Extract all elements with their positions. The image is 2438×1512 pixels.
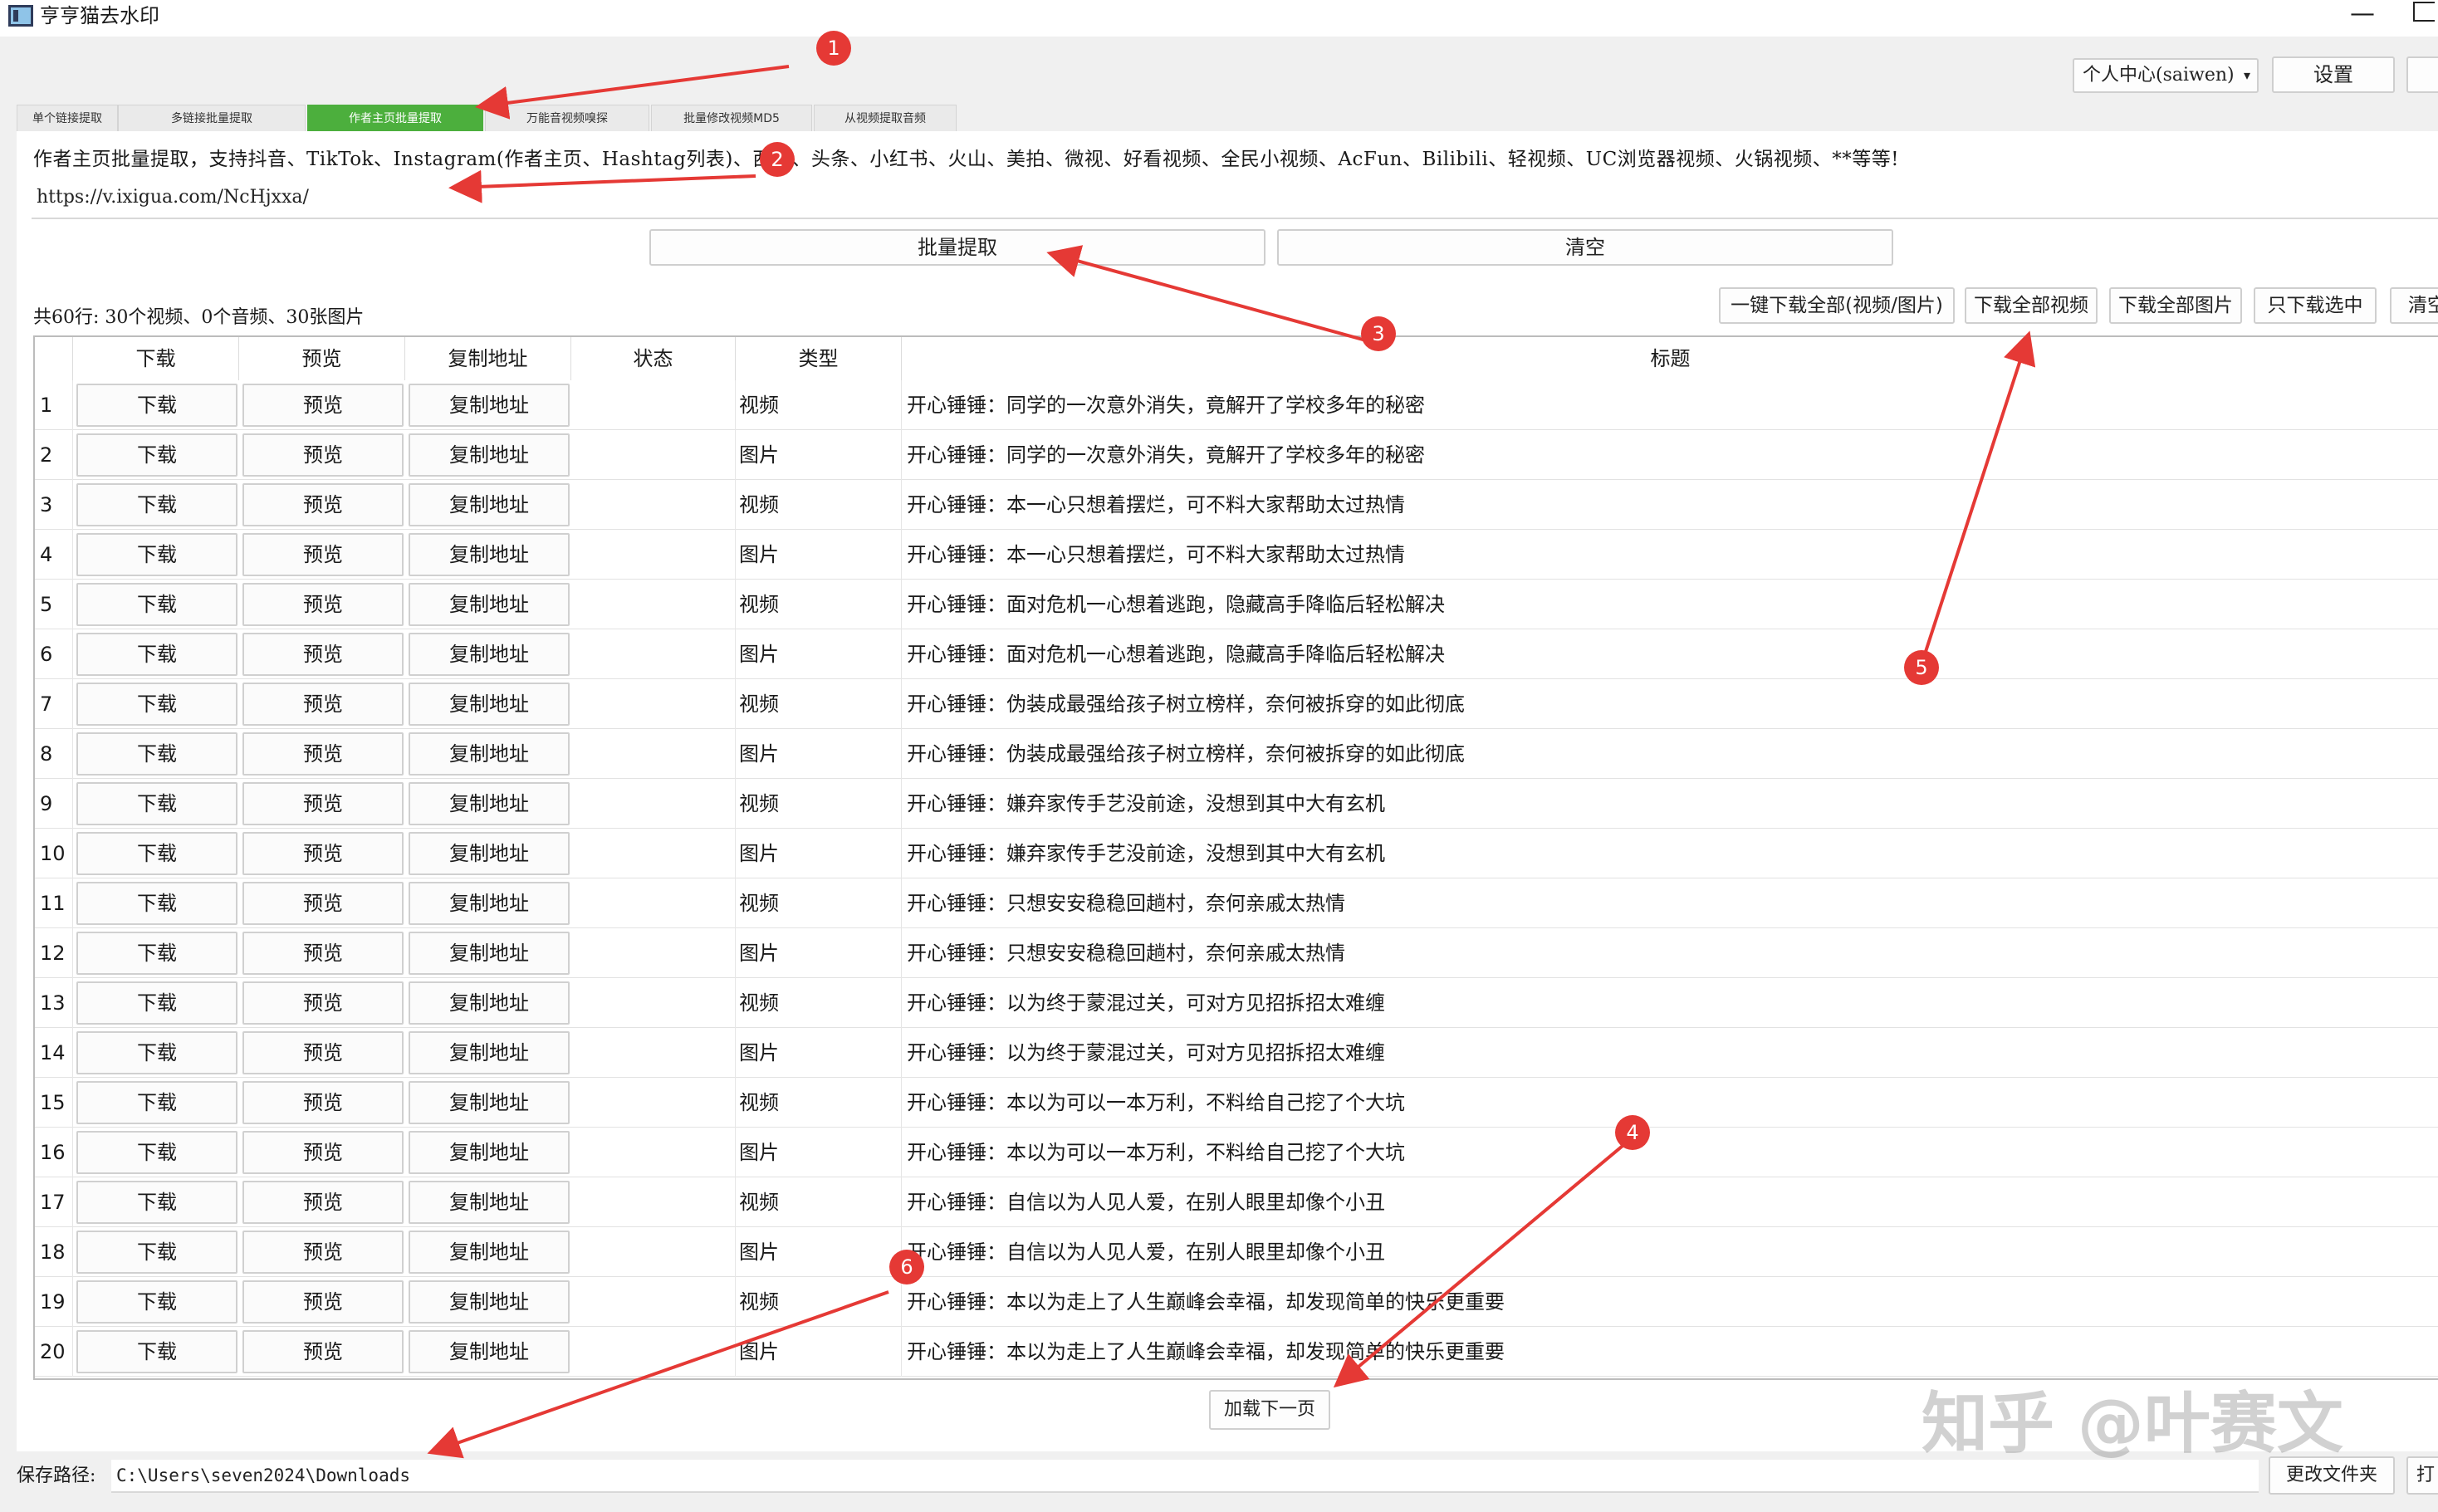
annotation-arrows bbox=[427, 65, 2036, 1459]
arrow-6 bbox=[427, 1290, 889, 1459]
annotation-marker-5: 5 bbox=[1904, 650, 1939, 685]
annotation-marker-3: 3 bbox=[1361, 316, 1396, 351]
annotation-marker-6: 6 bbox=[889, 1250, 924, 1284]
annotation-marker-2: 2 bbox=[760, 142, 795, 177]
arrow-4 bbox=[1333, 1136, 1634, 1388]
arrow-5 bbox=[1922, 330, 2036, 660]
arrow-2 bbox=[448, 169, 756, 203]
arrow-3 bbox=[1046, 245, 1373, 344]
annotation-marker-4: 4 bbox=[1615, 1115, 1650, 1150]
annotation-marker-1: 1 bbox=[816, 31, 851, 66]
arrow-1 bbox=[475, 65, 790, 120]
